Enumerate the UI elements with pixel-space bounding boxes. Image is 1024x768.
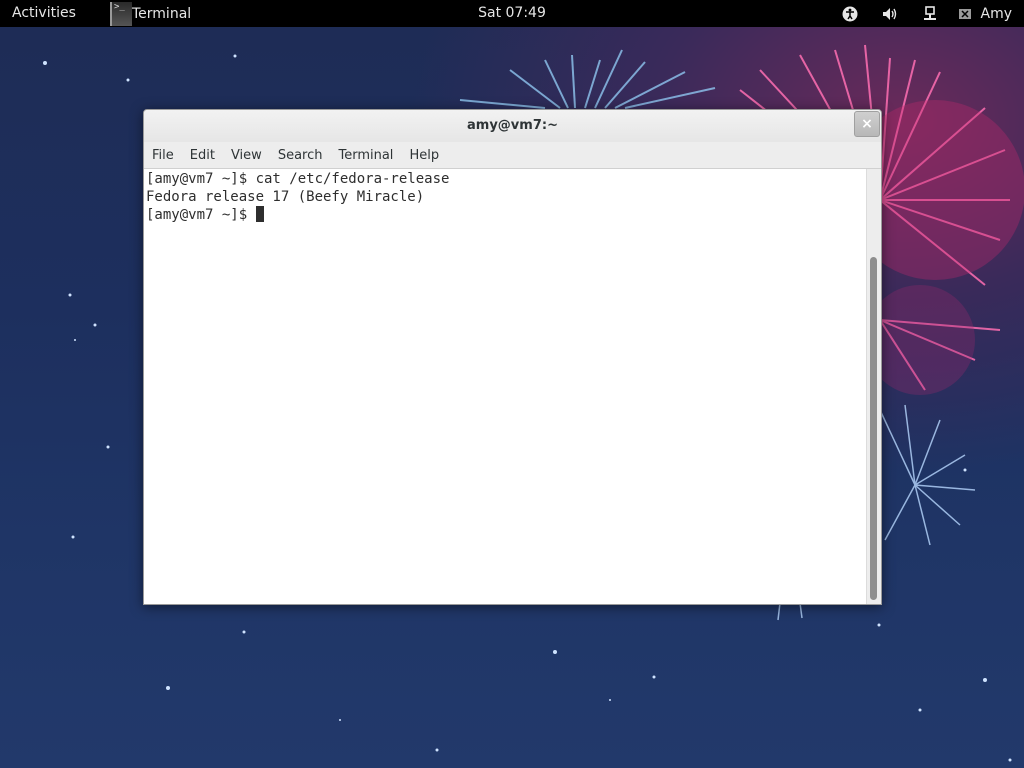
menu-help[interactable]: Help: [401, 148, 447, 163]
window-title: amy@vm7:~: [467, 118, 558, 133]
terminal-line: [amy@vm7 ~]$ cat /etc/fedora-release: [146, 171, 450, 187]
system-tray: Amy: [841, 0, 1013, 27]
scrollbar-thumb[interactable]: [870, 257, 877, 600]
accessibility-icon[interactable]: [841, 5, 859, 23]
menu-view[interactable]: View: [223, 148, 270, 163]
network-icon[interactable]: [921, 5, 939, 23]
close-icon: ×: [861, 116, 873, 132]
terminal-window: amy@vm7:~ × File Edit View Search Termin…: [143, 109, 882, 605]
menu-terminal[interactable]: Terminal: [330, 148, 401, 163]
vertical-scrollbar[interactable]: [866, 169, 881, 604]
text-cursor: [255, 206, 264, 222]
top-panel: Activities >_ Terminal Sat 07:49 Amy: [0, 0, 1024, 27]
menu-edit[interactable]: Edit: [182, 148, 223, 163]
menu-bar: File Edit View Search Terminal Help: [144, 142, 881, 169]
menu-file[interactable]: File: [144, 148, 182, 163]
volume-icon[interactable]: [881, 5, 899, 23]
user-status-icon[interactable]: [957, 5, 975, 23]
terminal-output[interactable]: [amy@vm7 ~]$ cat /etc/fedora-release Fedo…: [144, 169, 867, 604]
terminal-line: Fedora release 17 (Beefy Miracle): [146, 189, 425, 205]
terminal-prompt: [amy@vm7 ~]$: [146, 207, 256, 223]
close-button[interactable]: ×: [854, 111, 880, 137]
user-menu[interactable]: Amy: [981, 6, 1013, 22]
menu-search[interactable]: Search: [270, 148, 331, 163]
window-titlebar[interactable]: amy@vm7:~ ×: [144, 110, 881, 142]
terminal-prompt-line: [amy@vm7 ~]$: [146, 206, 865, 224]
